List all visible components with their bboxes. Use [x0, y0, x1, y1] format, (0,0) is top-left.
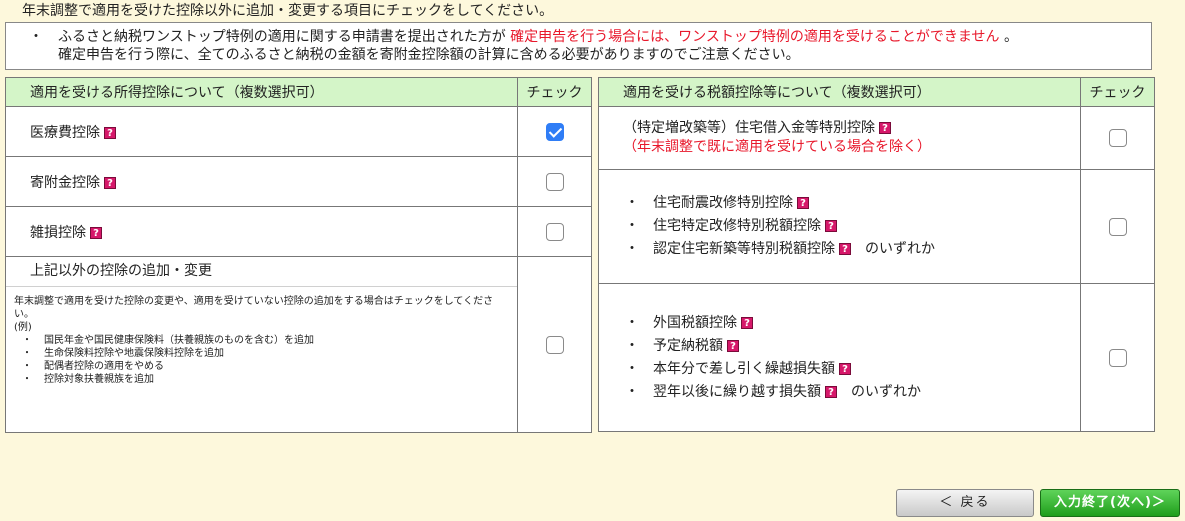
credit-item-text: 外国税額控除 [653, 314, 737, 331]
notice-box: ・ ふるさと納税ワンストップ特例の適用に関する申請書を提出された方が 確定申告を… [5, 22, 1152, 70]
list-item: ・控除対象扶養親族を追加 [22, 374, 154, 385]
donation-deduction-label: 寄附金控除? [4, 156, 519, 207]
other-deduction-cell: 上記以外の控除の追加・変更 年末調整で適用を受けた控除の変更や、適用を受けていな… [4, 256, 519, 433]
credit-item-text: 住宅特定改修特別税額控除 [653, 218, 821, 234]
tax-credit-check-header: チェック [1080, 77, 1155, 107]
foreign-tax-credit-cell: ・外国税額控除? ・予定納税額? ・本年分で差し引く繰越損失額? ・翌年以後に繰… [597, 283, 1082, 432]
housing-loan-credit-note: （年末調整で既に適用を受けている場合を除く） [623, 139, 931, 155]
example-text: 生命保険料控除や地震保険料控除を追加 [44, 348, 224, 359]
notice-warning-text: 確定申告を行う場合には、ワンストップ特例の適用を受けることができません [510, 29, 1000, 45]
credit-item-text: 住宅耐震改修特別控除 [653, 195, 793, 211]
help-icon[interactable]: ? [839, 362, 851, 375]
either-suffix: のいずれか [851, 383, 921, 400]
other-deduction-title: 上記以外の控除の追加・変更 [6, 257, 518, 287]
help-icon[interactable]: ? [90, 226, 102, 239]
housing-renovation-credit-cell: ・住宅耐震改修特別控除? ・住宅特定改修特別税額控除? ・認定住宅新築等特別税額… [597, 169, 1082, 284]
medical-deduction-text: 医療費控除 [30, 124, 100, 141]
back-button[interactable]: ＜ 戻る [896, 489, 1034, 517]
page-instruction: 年末調整で適用を受けた控除以外に追加・変更する項目にチェックをしてください。 [22, 3, 554, 19]
housing-loan-credit-text: （特定増改築等）住宅借入金等特別控除 [623, 120, 875, 136]
help-icon[interactable]: ? [741, 316, 753, 329]
list-item: ・認定住宅新築等特別税額控除? のいずれか [625, 241, 935, 257]
income-deduction-header: 適用を受ける所得控除について（複数選択可） [4, 77, 519, 107]
casualty-loss-deduction-label: 雑損控除? [4, 206, 519, 257]
notice-line-1: ふるさと納税ワンストップ特例の適用に関する申請書を提出された方が 確定申告を行う… [58, 28, 1018, 47]
example-text: 配偶者控除の適用をやめる [44, 361, 164, 372]
medical-deduction-checkbox[interactable] [545, 122, 564, 141]
help-icon[interactable]: ? [104, 176, 116, 189]
credit-item-text: 予定納税額 [653, 337, 723, 354]
notice-line-1-end: 。 [1003, 29, 1018, 45]
list-item: ・予定納税額? [625, 335, 1080, 358]
example-label: (例) [14, 322, 32, 333]
tax-credit-table: 適用を受ける税額控除等について（複数選択可） チェック （特定増改築等）住宅借入… [597, 77, 1155, 432]
housing-renovation-credit-checkbox[interactable] [1108, 217, 1127, 236]
credit-item-text: 翌年以後に繰り越す損失額 [653, 383, 821, 400]
list-item: ・国民年金や国民健康保険料（扶養親族のものを含む）を追加 [22, 335, 314, 346]
example-text: 国民年金や国民健康保険料（扶養親族のものを含む）を追加 [44, 335, 314, 346]
notice-line-1-text: ふるさと納税ワンストップ特例の適用に関する申請書を提出された方が [58, 29, 506, 45]
income-deduction-table: 適用を受ける所得控除について（複数選択可） チェック 医療費控除? 寄附金控除?… [4, 77, 592, 433]
help-icon[interactable]: ? [839, 243, 851, 255]
help-icon[interactable]: ? [727, 339, 739, 352]
credit-item-text: 本年分で差し引く繰越損失額 [653, 360, 835, 377]
other-deduction-description: 年末調整で適用を受けた控除の変更や、適用を受けていない控除の追加をする場合はチェ… [6, 287, 517, 396]
donation-deduction-text: 寄附金控除 [30, 174, 100, 191]
either-suffix: のいずれか [865, 241, 935, 257]
other-deduction-desc-text: 年末調整で適用を受けた控除の変更や、適用を受けていない控除の追加をする場合はチェ… [14, 296, 494, 320]
list-item: ・住宅特定改修特別税額控除? [625, 215, 1080, 238]
notice-line-2: 確定申告を行う際に、全てのふるさと納税の金額を寄附金控除額の計算に含める必要があ… [58, 47, 800, 63]
finish-input-next-button[interactable]: 入力終了(次へ)＞ [1040, 489, 1180, 517]
tax-credit-header: 適用を受ける税額控除等について（複数選択可） [597, 77, 1082, 107]
medical-deduction-label: 医療費控除? [4, 106, 519, 157]
credit-item-text: 認定住宅新築等特別税額控除 [653, 241, 835, 257]
list-item: ・住宅耐震改修特別控除? [625, 192, 1080, 215]
help-icon[interactable]: ? [825, 385, 837, 398]
donation-deduction-checkbox[interactable] [545, 172, 564, 191]
foreign-tax-credit-checkbox[interactable] [1108, 348, 1127, 367]
income-check-header: チェック [517, 77, 592, 107]
list-item: ・外国税額控除? [625, 312, 1080, 335]
casualty-loss-deduction-checkbox[interactable] [545, 222, 564, 241]
list-item: ・本年分で差し引く繰越損失額? [625, 358, 1080, 381]
casualty-loss-deduction-text: 雑損控除 [30, 224, 86, 241]
housing-loan-credit-checkbox[interactable] [1108, 129, 1127, 147]
list-item: ・配偶者控除の適用をやめる [22, 361, 164, 372]
help-icon[interactable]: ? [825, 220, 837, 232]
help-icon[interactable]: ? [879, 122, 891, 134]
notice-bullet: ・ [29, 29, 43, 45]
example-text: 控除対象扶養親族を追加 [44, 374, 154, 385]
help-icon[interactable]: ? [797, 197, 809, 209]
help-icon[interactable]: ? [104, 126, 116, 139]
other-deduction-checkbox[interactable] [545, 335, 564, 354]
housing-loan-credit-label: （特定増改築等）住宅借入金等特別控除? （年末調整で既に適用を受けている場合を除… [597, 106, 1082, 170]
list-item: ・翌年以後に繰り越す損失額? のいずれか [625, 383, 921, 400]
list-item: ・生命保険料控除や地震保険料控除を追加 [22, 348, 224, 359]
